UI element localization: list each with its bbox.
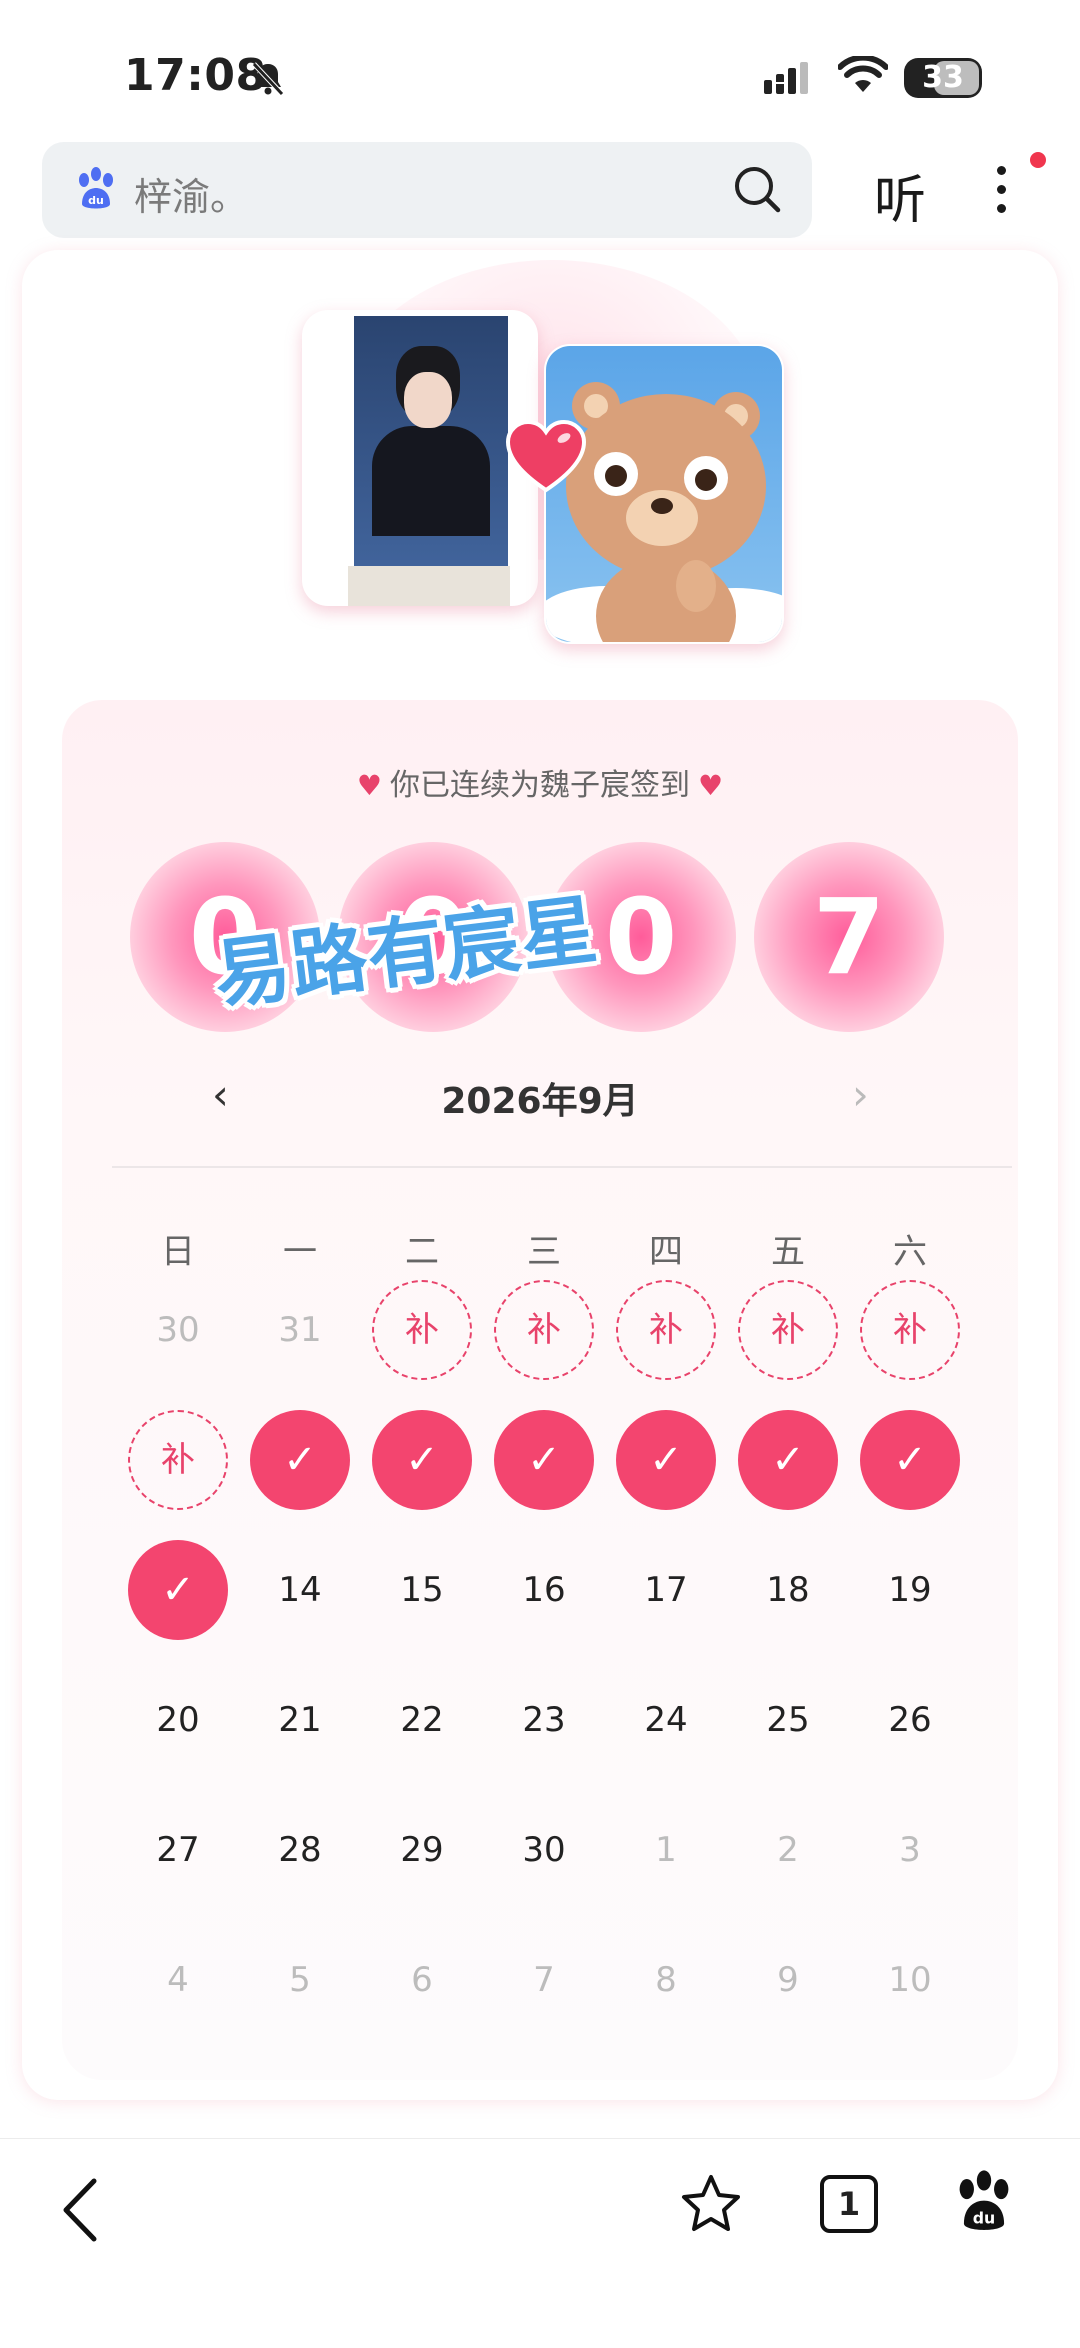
signal-icon	[764, 62, 808, 94]
next-month-button[interactable]: ›	[852, 1070, 869, 1119]
calendar-day[interactable]: 19	[860, 1540, 960, 1640]
other-month-day: 6	[411, 1960, 433, 2000]
heart-left-icon: ♥	[356, 769, 382, 802]
notification-dot	[1030, 152, 1046, 168]
baidu-paw-icon: du	[79, 167, 113, 209]
calendar-day[interactable]: 15	[372, 1540, 472, 1640]
checkin-title-row: ♥ 你已连续为魏子宸签到 ♥	[62, 760, 1018, 804]
weekday-label: 三	[527, 1232, 561, 1272]
back-icon[interactable]	[58, 2175, 102, 2245]
checked-day[interactable]: ✓	[372, 1410, 472, 1510]
calendar-day[interactable]: 28	[250, 1800, 350, 1900]
svg-text:du: du	[88, 194, 104, 207]
checked-day[interactable]: ✓	[738, 1410, 838, 1510]
checked-day[interactable]: ✓	[128, 1540, 228, 1640]
other-month-day: 8	[655, 1960, 677, 2000]
calendar-day[interactable]: 18	[738, 1540, 838, 1640]
makeup-checkin-day[interactable]: 补	[128, 1410, 228, 1510]
month-nav: ‹ 2026年9月 ›	[62, 1056, 1018, 1136]
checkin-title: 你已连续为魏子宸签到	[390, 768, 690, 803]
calendar-day[interactable]: 16	[494, 1540, 594, 1640]
bell-slash-icon	[252, 62, 284, 96]
svg-text:du: du	[973, 2209, 996, 2228]
baidu-du-icon[interactable]: du	[952, 2169, 1016, 2235]
wifi-icon	[838, 56, 888, 92]
bottom-toolbar: 1 du	[0, 2138, 1080, 2348]
search-query[interactable]: 梓渝。	[134, 166, 248, 221]
calendar-day[interactable]: 30	[494, 1800, 594, 1900]
weekday-label: 五	[771, 1232, 805, 1272]
makeup-checkin-day[interactable]: 补	[738, 1280, 838, 1380]
month-title: 2026年9月	[441, 1081, 639, 1122]
makeup-checkin-day[interactable]: 补	[860, 1280, 960, 1380]
other-month-day: 10	[888, 1960, 932, 2000]
makeup-checkin-day[interactable]: 补	[372, 1280, 472, 1380]
star-icon[interactable]	[680, 2173, 742, 2235]
battery-icon: 33	[904, 58, 982, 98]
battery-level: 33	[922, 60, 964, 95]
calendar-day[interactable]: 23	[494, 1670, 594, 1770]
checked-day[interactable]: ✓	[616, 1410, 716, 1510]
weekday-label: 日	[161, 1232, 195, 1272]
bear-illustration	[546, 346, 782, 642]
calendar-day[interactable]: 26	[860, 1670, 960, 1770]
tabs-icon[interactable]: 1	[820, 2175, 878, 2233]
divider	[112, 1166, 1012, 1168]
calendar-day[interactable]: 14	[250, 1540, 350, 1640]
weekday-label: 二	[405, 1232, 439, 1272]
checked-day[interactable]: ✓	[494, 1410, 594, 1510]
other-month-day: 4	[167, 1960, 189, 2000]
other-month-day: 7	[533, 1960, 555, 2000]
status-bar: 17:08 33	[0, 0, 1080, 140]
other-month-day: 30	[156, 1310, 200, 1350]
other-month-day: 5	[289, 1960, 311, 2000]
weekday-label: 六	[893, 1232, 927, 1272]
more-icon[interactable]	[986, 160, 1016, 230]
makeup-checkin-day[interactable]: 补	[494, 1280, 594, 1380]
other-month-day: 3	[899, 1830, 921, 1870]
checked-day[interactable]: ✓	[860, 1410, 960, 1510]
checked-day[interactable]: ✓	[250, 1410, 350, 1510]
idol-photo	[350, 312, 512, 576]
streak-digit: 7	[754, 842, 944, 1032]
other-month-day: 1	[655, 1830, 677, 1870]
calendar-day[interactable]: 29	[372, 1800, 472, 1900]
heart-icon	[506, 420, 586, 493]
checkin-card: ♥ 你已连续为魏子宸签到 ♥ 0 0 0 7 易路有宸星 ‹ 2026年9月 › 日…	[22, 250, 1058, 2100]
calendar-day[interactable]: 20	[128, 1670, 228, 1770]
photo-caption	[348, 566, 510, 606]
other-month-day: 31	[278, 1310, 322, 1350]
checkin-panel: ♥ 你已连续为魏子宸签到 ♥ 0 0 0 7 易路有宸星 ‹ 2026年9月 › 日…	[62, 700, 1018, 2080]
search-input[interactable]: du 梓渝。	[42, 142, 812, 238]
calendar-day[interactable]: 22	[372, 1670, 472, 1770]
search-icon[interactable]	[732, 164, 784, 216]
calendar-day[interactable]: 27	[128, 1800, 228, 1900]
heart-right-icon: ♥	[698, 769, 724, 802]
calendar-day[interactable]: 17	[616, 1540, 716, 1640]
weekday-label: 四	[649, 1232, 683, 1272]
calendar-day[interactable]: 21	[250, 1670, 350, 1770]
other-month-day: 9	[777, 1960, 799, 2000]
calendar-day[interactable]: 24	[616, 1670, 716, 1770]
other-month-day: 2	[777, 1830, 799, 1870]
weekday-label: 一	[283, 1232, 317, 1272]
calendar-day[interactable]: 25	[738, 1670, 838, 1770]
listen-button[interactable]: 听	[874, 158, 926, 233]
status-time: 17:08	[124, 50, 267, 101]
makeup-checkin-day[interactable]: 补	[616, 1280, 716, 1380]
